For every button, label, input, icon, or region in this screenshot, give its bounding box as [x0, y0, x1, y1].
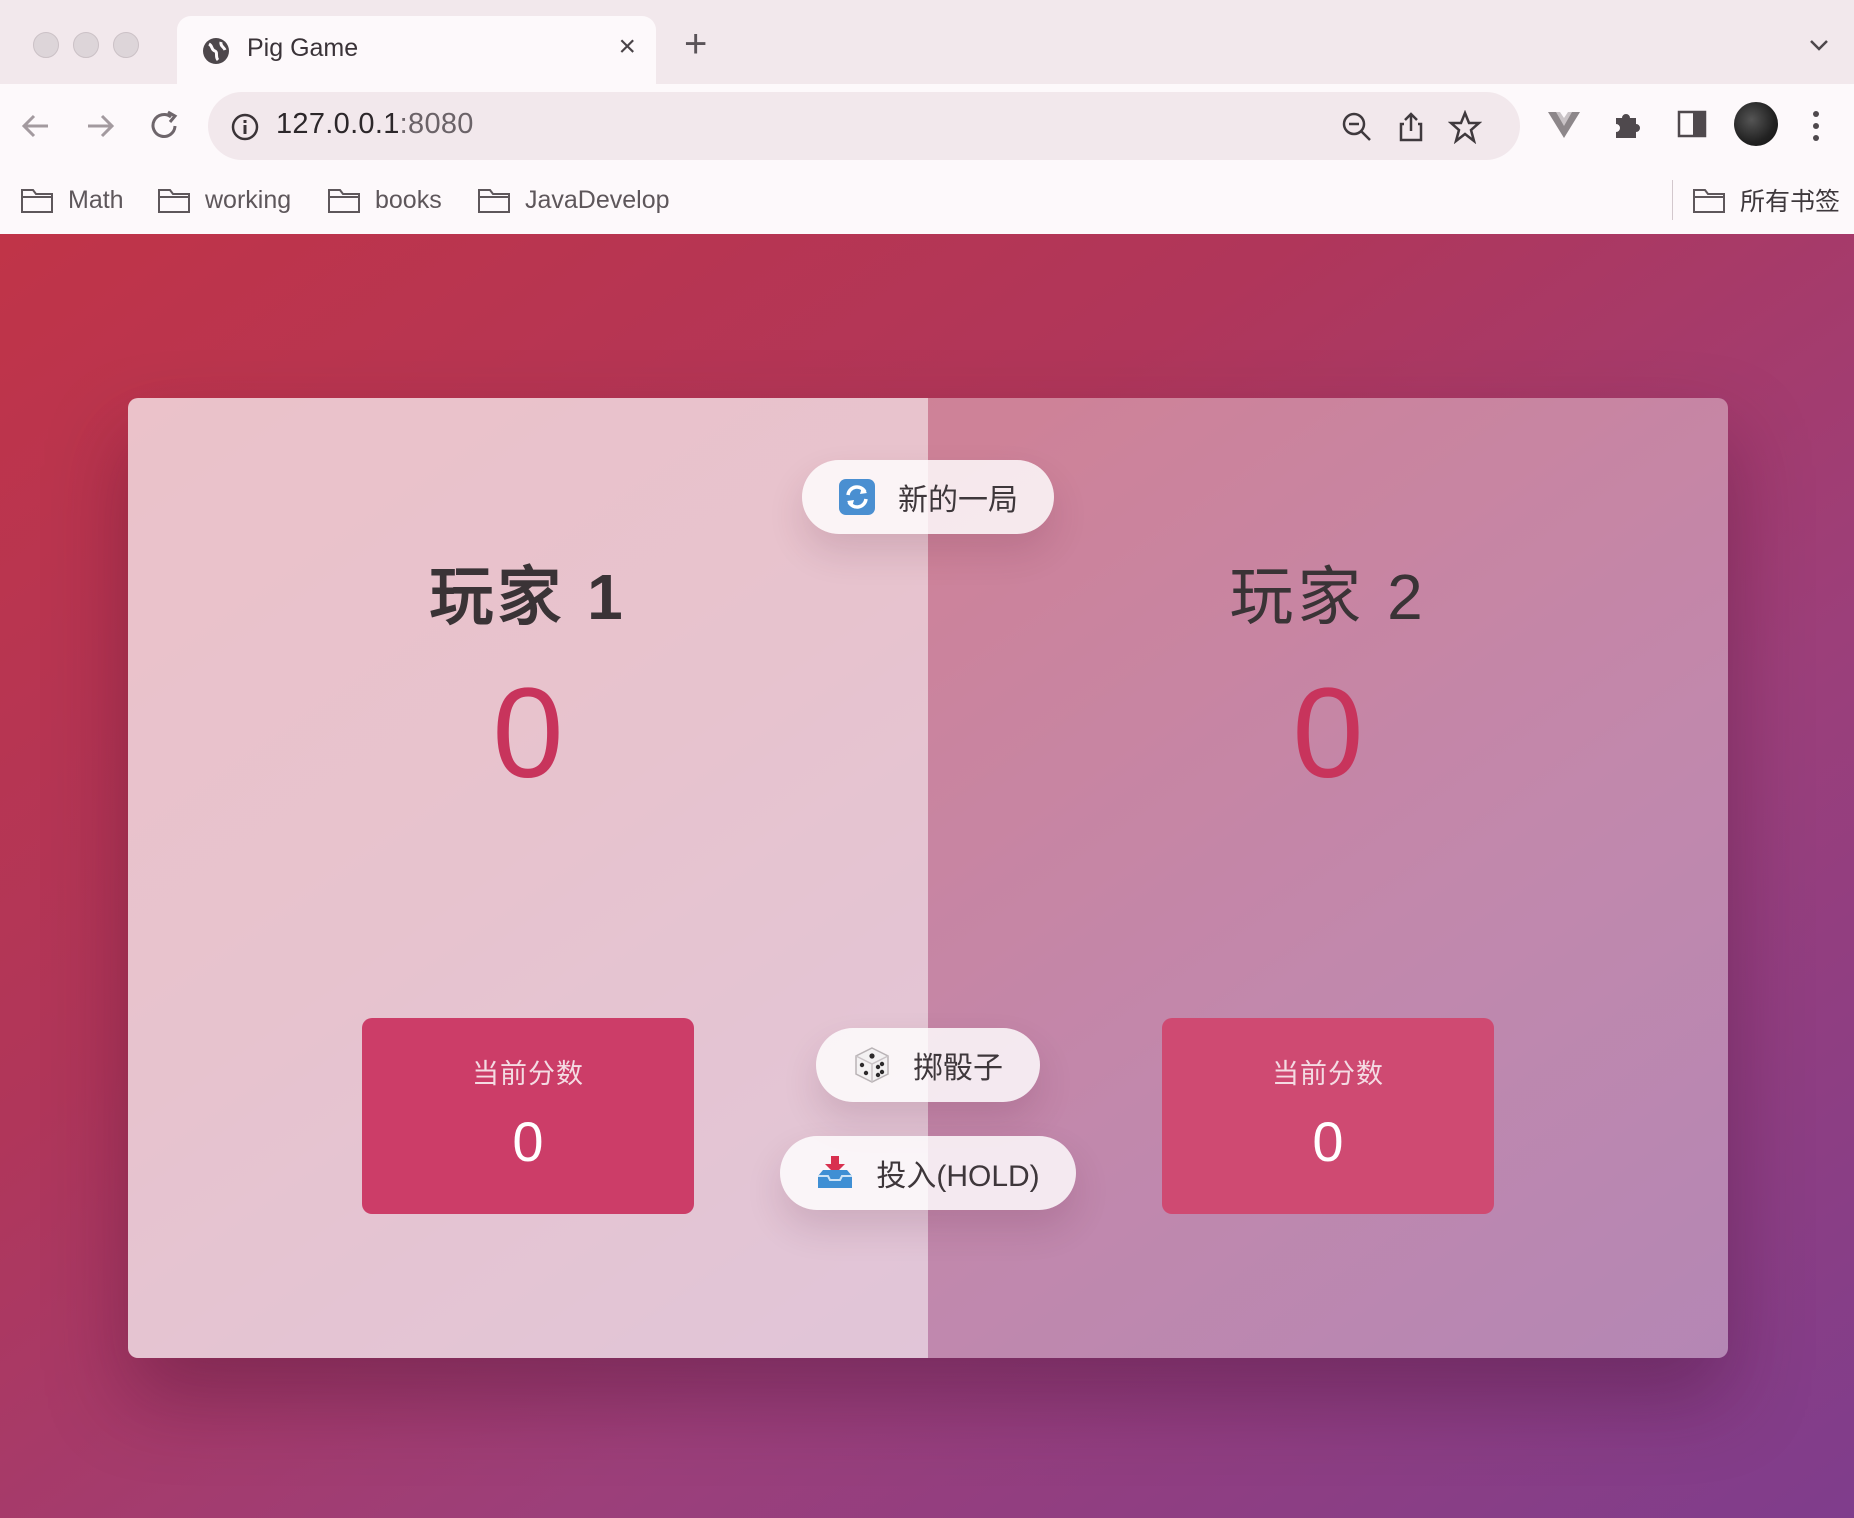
folder-icon	[158, 189, 190, 213]
window-zoom-button[interactable]	[113, 32, 139, 58]
reload-icon[interactable]	[146, 108, 182, 144]
game-board: 玩家 1 0 当前分数 0 玩家 2 0 当前分数 0 新的一局 掷骰子 投入(…	[128, 398, 1728, 1358]
player-2-panel: 玩家 2 0 当前分数 0	[928, 398, 1728, 1358]
all-bookmarks-label: 所有书签	[1740, 188, 1841, 216]
inbox-tray-emoji-icon	[818, 1156, 853, 1188]
hold-label: 投入(HOLD)	[876, 1160, 1040, 1193]
chevron-down-icon[interactable]	[1808, 34, 1830, 56]
extensions-puzzle-icon[interactable]	[1610, 106, 1646, 142]
vue-devtools-icon[interactable]	[1546, 106, 1582, 142]
bookmark-folder-books[interactable]: books	[327, 182, 442, 218]
tab-title: Pig Game	[247, 34, 359, 62]
browser-chrome: Pig Game × + 127.0.0.1:8080 Math working…	[0, 0, 1854, 235]
player-2-current-score: 0	[1312, 1110, 1344, 1173]
refresh-emoji-icon	[839, 479, 875, 515]
url-text[interactable]: 127.0.0.1:8080	[276, 108, 474, 141]
tab-pig-game[interactable]: Pig Game ×	[177, 16, 656, 84]
tab-strip: Pig Game × +	[0, 0, 1854, 84]
new-game-label: 新的一局	[898, 484, 1018, 517]
bookmark-label: working	[205, 185, 292, 214]
info-icon[interactable]	[230, 112, 260, 142]
zoom-out-icon[interactable]	[1340, 110, 1374, 144]
bookmark-folder-javadevelop[interactable]: JavaDevelop	[477, 182, 670, 218]
globe-icon	[203, 38, 229, 64]
share-icon[interactable]	[1394, 110, 1428, 144]
bookmarks-divider	[1672, 180, 1673, 220]
folder-icon	[1693, 189, 1725, 213]
current-score-label: 当前分数	[472, 1059, 584, 1089]
roll-dice-label: 掷骰子	[913, 1052, 1003, 1085]
player-2-total-score: 0	[1292, 662, 1364, 805]
player-1-name: 玩家 1	[429, 561, 627, 633]
player-1-current-box: 当前分数 0	[362, 1018, 694, 1214]
bookmark-label: JavaDevelop	[525, 185, 670, 214]
player-1-current-score: 0	[512, 1110, 544, 1173]
player-1-total-score: 0	[492, 662, 564, 805]
avatar[interactable]	[1734, 102, 1778, 146]
side-panel-icon[interactable]	[1674, 106, 1710, 142]
kebab-menu-icon[interactable]	[1810, 108, 1822, 144]
bookmarks-bar: Math working books JavaDevelop 所有书签	[0, 168, 1854, 235]
bookmark-folder-math[interactable]: Math	[20, 182, 124, 218]
player-1-panel: 玩家 1 0 当前分数 0	[128, 398, 928, 1358]
bookmark-label: books	[375, 185, 442, 214]
window-close-button[interactable]	[33, 32, 59, 58]
hold-button[interactable]: 投入(HOLD)	[780, 1136, 1076, 1210]
current-score-label: 当前分数	[1272, 1059, 1384, 1089]
folder-icon	[21, 189, 53, 213]
address-bar[interactable]: 127.0.0.1:8080	[208, 92, 1520, 160]
back-arrow-icon[interactable]	[18, 108, 54, 144]
forward-arrow-icon[interactable]	[82, 108, 118, 144]
bookmark-folder-working[interactable]: working	[157, 182, 291, 218]
new-tab-button[interactable]: +	[684, 24, 707, 64]
folder-icon	[478, 189, 510, 213]
folder-icon	[328, 189, 360, 213]
player-2-name: 玩家 2	[1229, 561, 1427, 633]
toolbar: 127.0.0.1:8080	[0, 84, 1854, 168]
page-background: 玩家 1 0 当前分数 0 玩家 2 0 当前分数 0 新的一局 掷骰子 投入(…	[0, 234, 1854, 1518]
window-minimize-button[interactable]	[73, 32, 99, 58]
tab-close-icon[interactable]: ×	[618, 30, 636, 64]
player-2-current-box: 当前分数 0	[1162, 1018, 1494, 1214]
new-game-button[interactable]: 新的一局	[802, 460, 1054, 534]
all-bookmarks-button[interactable]: 所有书签	[1692, 182, 1840, 218]
star-icon[interactable]	[1448, 110, 1482, 144]
roll-dice-button[interactable]: 掷骰子	[816, 1028, 1040, 1102]
url-host: 127.0.0.1	[276, 108, 400, 140]
url-port: :8080	[399, 108, 474, 140]
bookmark-label: Math	[68, 185, 124, 214]
dice-emoji-icon	[855, 1047, 889, 1083]
